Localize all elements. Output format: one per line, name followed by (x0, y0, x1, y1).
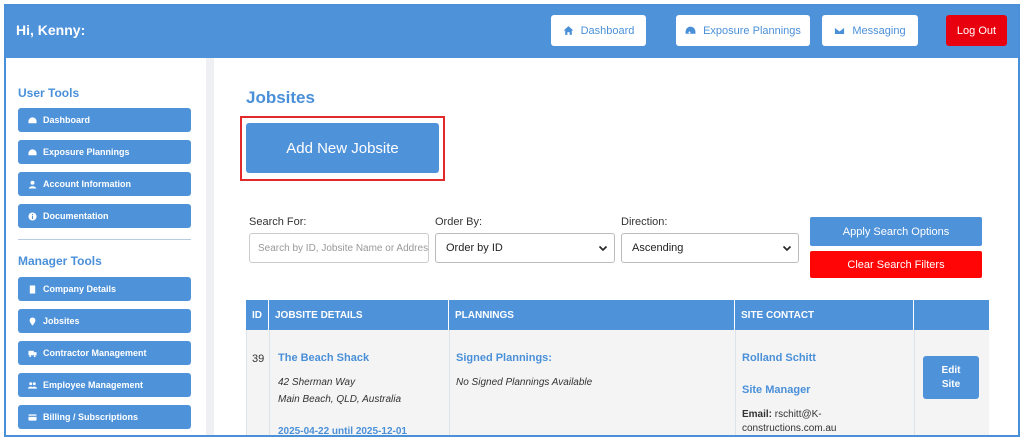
nav-messaging-label: Messaging (852, 24, 906, 37)
sidebar-item-documentation[interactable]: Documentation (18, 204, 191, 228)
column-header-site-contact: SITE CONTACT (735, 300, 914, 330)
building-icon (29, 284, 36, 294)
nav-dashboard-label: Dashboard (580, 24, 635, 37)
sidebar-item-label: Billing / Subscriptions (43, 412, 139, 422)
column-header-id: ID (246, 300, 269, 330)
column-divider (735, 330, 736, 435)
sidebar-item-employee-management[interactable]: Employee Management (18, 373, 191, 397)
truck-icon (28, 350, 37, 357)
sidebar-item-billing-subscriptions[interactable]: Billing / Subscriptions (18, 405, 191, 429)
order-by-label: Order By: (435, 216, 483, 228)
sidebar-item-exposure-plannings[interactable]: Exposure Plannings (18, 140, 191, 164)
nav-exposure-plannings-label: Exposure Plannings (703, 24, 801, 37)
top-navbar: Hi, Kenny: Dashboard Exposure Plannings … (6, 6, 1018, 58)
sidebar-item-company-details[interactable]: Company Details (18, 277, 191, 301)
info-icon (28, 211, 37, 221)
site-label: Site (941, 378, 961, 390)
sidebar-item-label: Employee Management (43, 380, 144, 390)
sidebar-item-jobsites[interactable]: Jobsites (18, 309, 191, 333)
column-header-plannings: PLANNINGS (449, 300, 735, 330)
sidebar-item-account-information[interactable]: Account Information (18, 172, 191, 196)
home-icon (563, 26, 574, 35)
credit-card-icon (28, 413, 37, 421)
order-by-value: Order by ID (446, 242, 503, 254)
edit-label: Edit (941, 364, 961, 376)
gauge-icon (28, 116, 37, 123)
sidebar: User Tools Dashboard Exposure Plannings … (6, 58, 206, 435)
chevron-down-icon (782, 245, 792, 252)
logout-label: Log Out (956, 24, 997, 37)
table-row (246, 330, 989, 435)
column-divider (269, 330, 270, 435)
apply-search-options-button[interactable]: Apply Search Options (810, 217, 982, 246)
signed-plannings-text: No Signed Plannings Available (456, 377, 593, 388)
chevron-down-icon (598, 245, 608, 252)
gauge-icon (685, 26, 696, 34)
search-label: Search For: (249, 216, 307, 228)
add-new-jobsite-button[interactable]: Add New Jobsite (246, 123, 439, 173)
signed-plannings-heading: Signed Plannings: (456, 352, 552, 364)
sidebar-item-label: Account Information (43, 179, 131, 189)
users-icon (28, 381, 37, 389)
app-window: Hi, Kenny: Dashboard Exposure Plannings … (4, 4, 1020, 437)
sidebar-item-label: Exposure Plannings (43, 147, 130, 157)
clear-search-filters-button[interactable]: Clear Search Filters (810, 251, 982, 278)
nav-dashboard-button[interactable]: Dashboard (551, 15, 646, 46)
row-id: 39 (252, 353, 265, 365)
manager-tools-heading: Manager Tools (18, 254, 102, 268)
column-header-actions (914, 300, 989, 330)
contact-role: Site Manager (742, 384, 811, 396)
search-placeholder: Search by ID, Jobsite Name or Address (258, 242, 429, 254)
nav-exposure-plannings-button[interactable]: Exposure Plannings (676, 15, 810, 46)
order-by-select[interactable]: Order by ID (435, 233, 615, 263)
email-value: rschitt@K- (774, 409, 822, 420)
column-header-jobsite-details: JOBSITE DETAILS (269, 300, 449, 330)
sidebar-divider (18, 239, 191, 240)
direction-value: Ascending (632, 242, 684, 254)
sidebar-item-contractor-management[interactable]: Contractor Management (18, 341, 191, 365)
sidebar-item-label: Dashboard (43, 115, 91, 125)
contact-email: Email: rschitt@K- (742, 409, 822, 420)
jobsite-address-line2: Main Beach, QLD, Australia (278, 394, 402, 405)
envelope-icon (834, 26, 846, 35)
page-title: Jobsites (246, 88, 315, 107)
jobsite-name-link[interactable]: The Beach Shack (278, 352, 369, 364)
gauge-icon (28, 148, 37, 155)
column-divider (449, 330, 450, 435)
edit-site-button[interactable]: Edit Site (923, 356, 979, 399)
sidebar-item-label: Company Details (43, 284, 117, 294)
contact-email-cont: constructions.com.au (742, 423, 837, 434)
sidebar-item-label: Documentation (43, 211, 109, 221)
column-divider (914, 330, 915, 435)
search-input[interactable]: Search by ID, Jobsite Name or Address (249, 233, 429, 263)
sidebar-item-label: Contractor Management (43, 348, 147, 358)
logout-button[interactable]: Log Out (946, 15, 1007, 46)
map-pin-icon (29, 316, 36, 326)
user-icon (28, 180, 37, 189)
jobsite-dates: 2025-04-22 until 2025-12-01 (278, 426, 407, 437)
direction-select[interactable]: Ascending (621, 233, 799, 263)
user-tools-heading: User Tools (18, 86, 80, 100)
sidebar-item-label: Jobsites (43, 316, 80, 326)
sidebar-item-dashboard[interactable]: Dashboard (18, 108, 191, 132)
direction-label: Direction: (621, 216, 668, 228)
greeting: Hi, Kenny: (16, 22, 86, 38)
contact-name: Rolland Schitt (742, 352, 816, 364)
nav-messaging-button[interactable]: Messaging (822, 15, 918, 46)
table-header: ID JOBSITE DETAILS PLANNINGS SITE CONTAC… (246, 300, 989, 330)
email-label: Email: (742, 409, 773, 420)
jobsite-address-line1: 42 Sherman Way (278, 377, 356, 388)
